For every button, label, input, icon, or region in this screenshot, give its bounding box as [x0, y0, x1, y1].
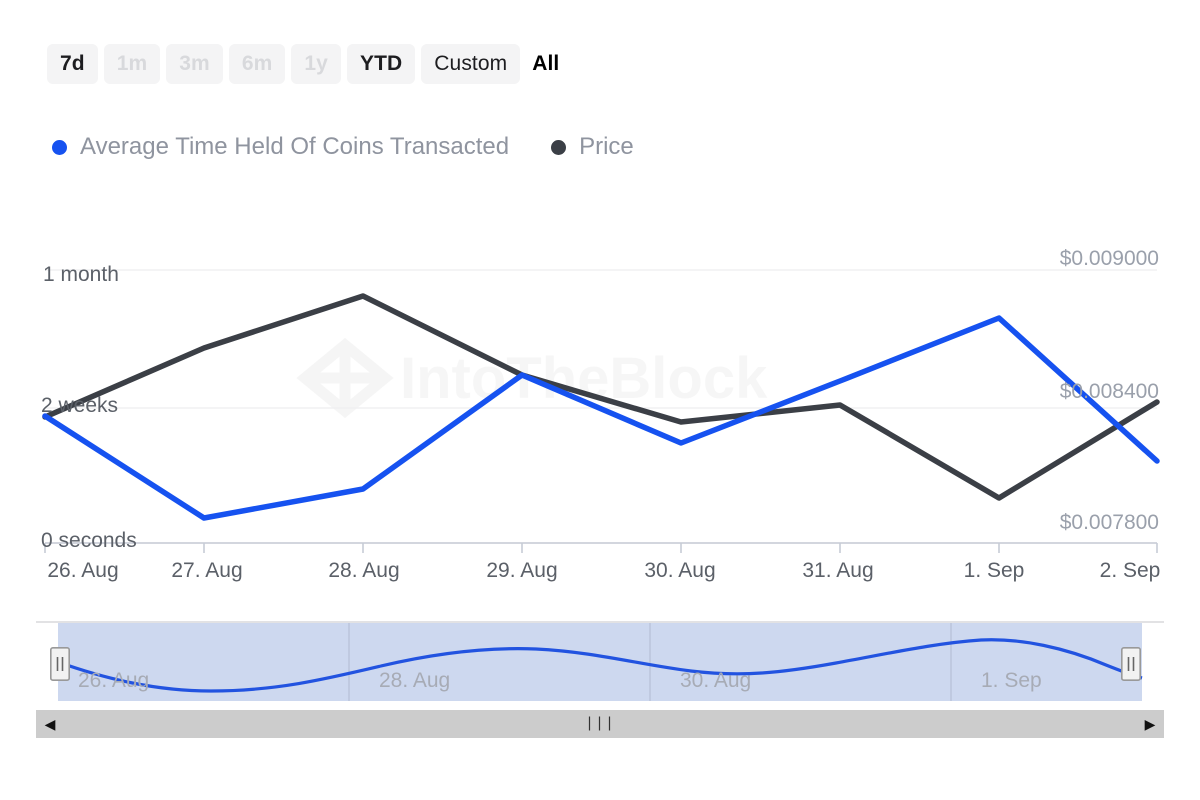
- x-axis-tick-26aug: 26. Aug: [47, 559, 118, 583]
- chart-legend: Average Time Held Of Coins Transacted Pr…: [52, 133, 634, 161]
- svg-text:IntoTheBlock: IntoTheBlock: [400, 346, 768, 411]
- legend-item-average-time-held[interactable]: Average Time Held Of Coins Transacted: [52, 133, 509, 161]
- navigator-selection-mask: [58, 623, 1142, 701]
- series-line-average-time-held: [45, 318, 1157, 518]
- legend-label-average-time-held: Average Time Held Of Coins Transacted: [80, 133, 509, 161]
- range-button-all[interactable]: All: [526, 44, 565, 84]
- circle-marker-icon: [551, 140, 566, 155]
- range-button-3m[interactable]: 3m: [166, 44, 223, 84]
- chart-scrollbar[interactable]: ◀ ||| ▶: [36, 710, 1164, 738]
- y-axis-right-tick-009000: $0.009000: [1060, 247, 1159, 271]
- navigator-date-26aug: 26. Aug: [78, 669, 149, 693]
- x-axis-tick-2sep: 2. Sep: [1100, 559, 1161, 583]
- range-button-1y[interactable]: 1y: [291, 44, 341, 84]
- series-line-price: [45, 296, 1157, 498]
- watermark-intotheblock: IntoTheBlock: [305, 345, 768, 411]
- scroll-left-arrow-icon[interactable]: ◀: [36, 710, 64, 738]
- legend-label-price: Price: [579, 133, 634, 161]
- x-axis-tick-28aug: 28. Aug: [328, 559, 399, 583]
- range-button-ytd[interactable]: YTD: [347, 44, 415, 84]
- circle-marker-icon: [52, 140, 67, 155]
- range-button-6m[interactable]: 6m: [229, 44, 286, 84]
- y-axis-right-tick-008400: $0.008400: [1060, 380, 1159, 404]
- y-axis-right-tick-007800: $0.007800: [1060, 511, 1159, 535]
- x-axis-tick-1sep: 1. Sep: [964, 559, 1025, 583]
- y-axis-left-tick-0seconds: 0 seconds: [41, 529, 137, 553]
- range-button-7d[interactable]: 7d: [47, 44, 98, 84]
- range-selector: 7d 1m 3m 6m 1y YTD Custom All: [47, 44, 565, 84]
- navigator-handle-left[interactable]: [50, 647, 70, 681]
- scrollbar-grip-icon[interactable]: |||: [585, 716, 615, 733]
- range-button-1m[interactable]: 1m: [104, 44, 161, 84]
- y-axis-left-tick-2weeks: 2 weeks: [41, 394, 118, 418]
- scroll-right-arrow-icon[interactable]: ▶: [1136, 710, 1164, 738]
- navigator-date-1sep: 1. Sep: [981, 669, 1042, 693]
- gridlines: [45, 270, 1157, 543]
- navigator[interactable]: 26. Aug 28. Aug 30. Aug 1. Sep: [36, 621, 1164, 703]
- x-axis-tick-31aug: 31. Aug: [802, 559, 873, 583]
- navigator-date-28aug: 28. Aug: [379, 669, 450, 693]
- legend-item-price[interactable]: Price: [551, 133, 634, 161]
- y-axis-left-tick-1month: 1 month: [43, 263, 119, 287]
- x-axis: [45, 543, 1157, 553]
- navigator-date-30aug: 30. Aug: [680, 669, 751, 693]
- x-axis-tick-27aug: 27. Aug: [171, 559, 242, 583]
- x-axis-tick-30aug: 30. Aug: [644, 559, 715, 583]
- x-axis-tick-29aug: 29. Aug: [486, 559, 557, 583]
- range-button-custom[interactable]: Custom: [421, 44, 520, 84]
- navigator-handle-right[interactable]: [1121, 647, 1141, 681]
